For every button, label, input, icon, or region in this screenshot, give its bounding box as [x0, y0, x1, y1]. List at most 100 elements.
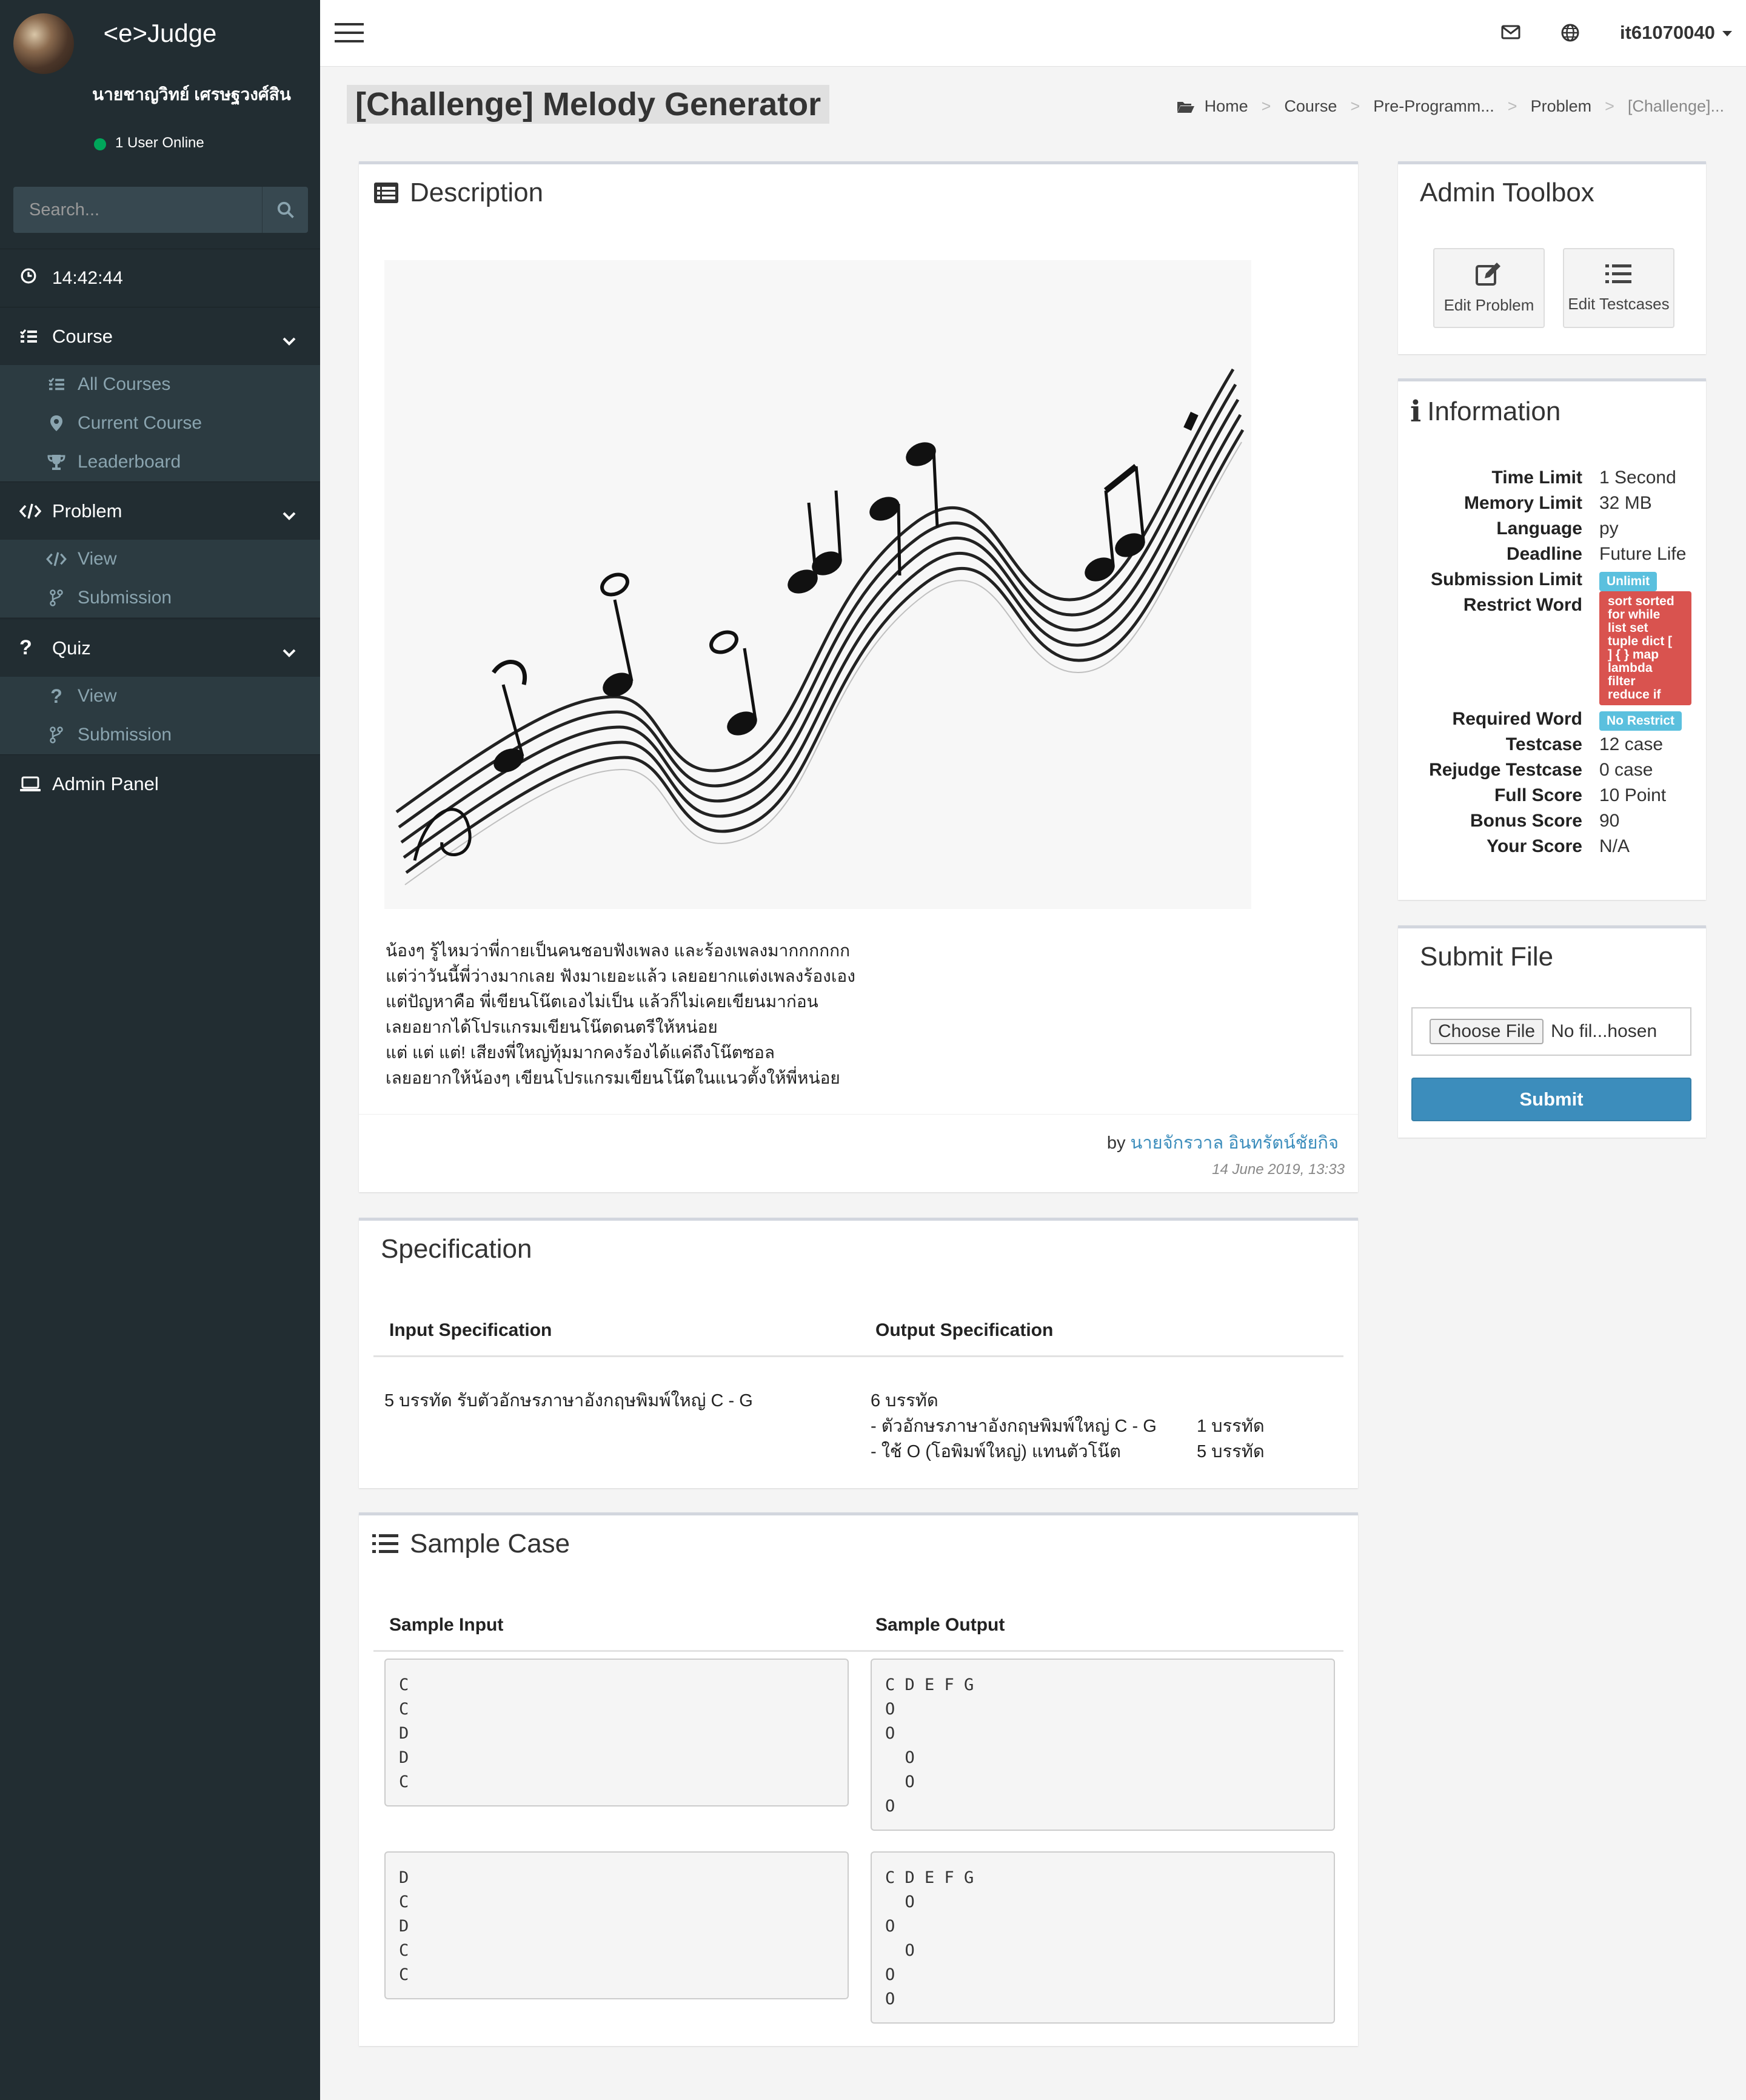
info-time-limit: Time Limit 1 Second [1398, 468, 1701, 493]
information-title: i Information [1410, 395, 1560, 429]
choose-file-button[interactable]: Choose File [1430, 1019, 1544, 1044]
avatar [13, 13, 74, 74]
menu-problem: Problem View Submission [0, 481, 320, 617]
tasks-icon [19, 329, 44, 344]
clock-icon [21, 268, 36, 289]
information-box: i Information Time Limit 1 Second Memory … [1398, 378, 1706, 900]
submit-file-title: Submit File [1420, 942, 1554, 971]
sidebar-item-label: Current Course [78, 413, 202, 433]
info-deadline: Deadline Future Life [1398, 544, 1701, 569]
search-button[interactable] [262, 187, 308, 233]
info-key: Rejudge Testcase [1429, 760, 1582, 780]
sidebar-item-label: Submission [78, 588, 172, 608]
breadcrumb-separator: > [1261, 97, 1271, 115]
specification-box: Specification Input Specification Output… [359, 1218, 1358, 1488]
edit-testcases-label: Edit Testcases [1568, 295, 1670, 313]
code-icon [19, 503, 44, 519]
menu-admin-label: Admin Panel [52, 773, 159, 794]
user-menu[interactable]: it61070040 [1620, 22, 1732, 44]
edit-icon [1475, 261, 1503, 291]
sample-case-box: Sample Case Sample Input Sample Output C… [359, 1512, 1358, 2046]
online-status-icon [94, 138, 106, 150]
breadcrumb-current: [Challenge]... [1627, 97, 1724, 115]
sidebar-item-quiz-submission[interactable]: Submission [0, 716, 320, 754]
list-ol-icon [372, 1533, 399, 1555]
hamburger-icon [335, 23, 364, 42]
by-label: by [1106, 1133, 1126, 1153]
info-key: Required Word [1452, 709, 1582, 729]
breadcrumb-course[interactable]: Course [1284, 97, 1337, 116]
breadcrumb-separator: > [1605, 97, 1614, 115]
breadcrumb-pre-programming[interactable]: Pre-Programm... [1373, 97, 1494, 116]
output-spec-line2: - ตัวอักษรภาษาอังกฤษพิมพ์ใหญ่ C - G [871, 1417, 1157, 1436]
divider [359, 1114, 1358, 1115]
file-input[interactable]: Choose File No fil...hosen [1411, 1007, 1691, 1056]
post-date: 14 June 2019, 13:33 [1212, 1161, 1345, 1178]
breadcrumb-home[interactable]: Home [1205, 97, 1248, 116]
menu-quiz-label: Quiz [52, 637, 91, 659]
sidebar-item-problem-view[interactable]: View [0, 540, 320, 579]
chevron-down-icon [283, 641, 296, 663]
chevron-down-icon [283, 504, 296, 526]
info-key: Submission Limit [1430, 569, 1582, 589]
sidebar-item-problem-submission[interactable]: Submission [0, 579, 320, 617]
code-fork-icon [46, 726, 67, 743]
info-key: Full Score [1494, 785, 1582, 805]
edit-testcases-button[interactable]: Edit Testcases [1563, 248, 1674, 328]
sidebar-item-label: View [78, 686, 117, 706]
problem-illustration [384, 260, 1251, 909]
search-input[interactable] [13, 187, 262, 233]
description-title-text: Description [410, 178, 544, 207]
tasks-icon [46, 377, 67, 392]
info-required-word: Required Word No Restrict [1398, 709, 1701, 734]
info-key: Your Score [1487, 836, 1582, 856]
language-button[interactable] [1560, 23, 1580, 45]
info-value: 10 Point [1599, 785, 1667, 805]
author-line: by นายจักรวาล อินทรัตน์ชัยกิจ [1107, 1129, 1339, 1156]
edit-problem-button[interactable]: Edit Problem [1433, 248, 1545, 328]
output-spec-line3: - ใช้ O (โอพิมพ์ใหญ่) แทนตัวโน๊ต [871, 1442, 1121, 1461]
menu-course-toggle[interactable]: Course [0, 307, 320, 365]
sidebar-toggle-button[interactable] [335, 22, 364, 47]
sidebar-item-current-course[interactable]: Current Course [0, 404, 320, 443]
online-status: 1 User Online [115, 135, 204, 151]
info-value: 32 MB [1599, 493, 1652, 513]
submit-button[interactable]: Submit [1411, 1078, 1691, 1121]
info-value: 1 Second [1599, 468, 1676, 488]
admin-toolbox-title: Admin Toolbox [1420, 178, 1594, 207]
breadcrumb-problem[interactable]: Problem [1531, 97, 1592, 116]
sidebar-item-label: View [78, 549, 117, 569]
envelope-icon [1501, 25, 1520, 39]
sample-output-2: C D E F G O O O O O [871, 1851, 1335, 2024]
info-rejudge: Rejudge Testcase 0 case [1398, 760, 1701, 785]
top-navbar: it61070040 [320, 0, 1746, 67]
info-key: Time Limit [1491, 468, 1582, 488]
input-spec-header: Input Specification [389, 1320, 552, 1340]
server-clock: 14:42:44 [0, 249, 320, 307]
sidebar-item-leaderboard[interactable]: Leaderboard [0, 443, 320, 481]
problem-submenu: View Submission [0, 540, 320, 617]
code-fork-icon [46, 589, 67, 606]
info-key: Language [1496, 518, 1582, 538]
sidebar-item-all-courses[interactable]: All Courses [0, 365, 320, 404]
info-value: 90 [1599, 811, 1620, 831]
music-staff-illustration [395, 368, 1245, 885]
sidebar: <e>Judge นายชาญวิทย์ เศรษฐวงศ์สิน 1 User… [0, 0, 320, 2100]
menu-course-label: Course [52, 325, 113, 347]
info-key: Restrict Word [1463, 595, 1582, 615]
globe-icon [1561, 24, 1579, 42]
author-link[interactable]: นายจักรวาล อินทรัตน์ชัยกิจ [1131, 1133, 1339, 1153]
sidebar-item-quiz-view[interactable]: ? View [0, 677, 320, 716]
sidebar-item-admin-panel[interactable]: Admin Panel [0, 754, 320, 813]
sidebar-item-label: Leaderboard [78, 452, 181, 472]
description-box: Description น้องๆ รู้ไหมว่าพี่กายเป็นคนช… [359, 161, 1358, 1192]
sidebar-item-label: Submission [78, 725, 172, 745]
edit-problem-label: Edit Problem [1443, 296, 1534, 314]
specification-title: Specification [381, 1234, 532, 1264]
info-restrict-word: Restrict Word sort sorted for while list … [1398, 591, 1701, 705]
menu-problem-toggle[interactable]: Problem [0, 481, 320, 540]
table-header-rule [373, 1355, 1343, 1357]
menu-quiz-toggle[interactable]: ? Quiz [0, 619, 320, 677]
messages-button[interactable] [1501, 24, 1520, 43]
table-header-rule [373, 1650, 1343, 1652]
